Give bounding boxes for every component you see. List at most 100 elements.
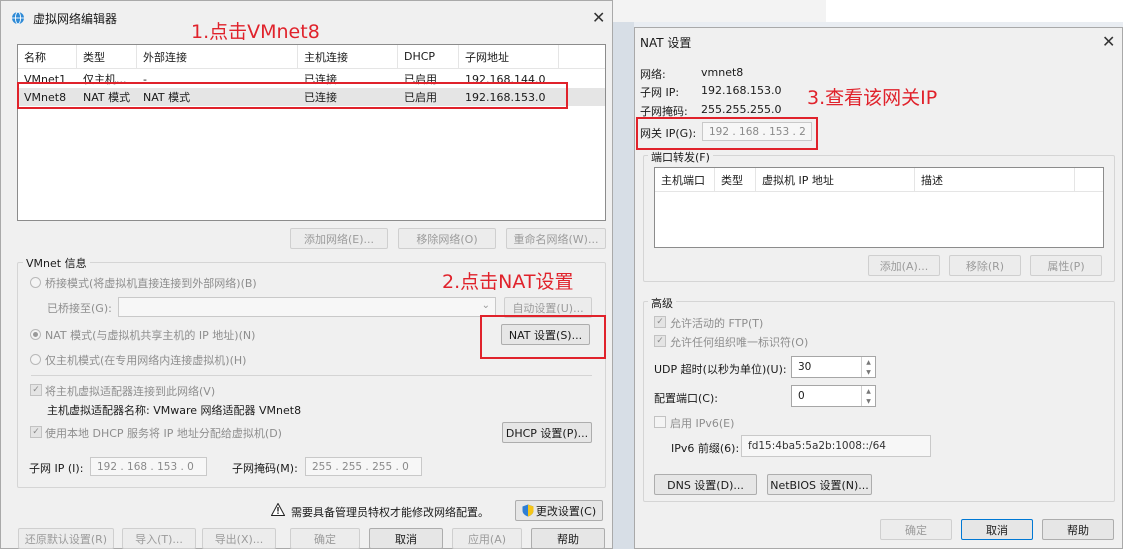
network-list-header: 名称 类型 外部连接 主机连接 DHCP 子网地址 [18,45,605,69]
uac-shield-icon [522,504,534,517]
oui-checkbox[interactable]: ✓ [654,335,666,347]
column-header[interactable]: 描述 [915,168,1075,191]
chevron-down-icon: ⌄ [481,300,490,311]
column-header[interactable]: 外部连接 [137,45,298,68]
table-cell: - [143,72,147,86]
ipv6-label: 启用 IPv6(E) [670,417,735,430]
config-port-label: 配置端口(C): [654,392,718,405]
restore-defaults-button[interactable]: 还原默认设置(R) [18,528,114,549]
add-port-button[interactable]: 添加(A)... [868,255,940,276]
background-strip-right [826,0,1123,22]
bridged-mode-radio[interactable] [30,277,41,288]
change-settings-button[interactable]: 更改设置(C) [515,500,603,521]
apply-button[interactable]: 应用(A) [452,528,522,549]
column-header[interactable]: 主机端口 [655,168,715,191]
table-cell: VMnet8 [24,90,67,104]
ok-button[interactable]: 确定 [880,519,952,540]
rename-network-button[interactable]: 重命名网络(W)... [506,228,606,249]
remove-port-button[interactable]: 移除(R) [949,255,1021,276]
port-forwarding-list[interactable]: 主机端口 类型 虚拟机 IP 地址 描述 [654,167,1104,248]
subnet-mask-label: 子网掩码: [640,105,688,118]
udp-timeout-spinner[interactable]: ▲ ▼ [861,357,875,377]
table-cell: NAT 模式 [143,91,191,104]
bridged-to-select[interactable]: ⌄ [118,297,496,317]
help-button[interactable]: 帮助 [531,528,605,549]
config-port-stepper[interactable]: 0 ▲ ▼ [791,385,876,407]
table-cell: 已启用 [404,73,437,86]
cancel-button[interactable]: 取消 [961,519,1033,540]
ok-button[interactable]: 确定 [290,528,360,549]
chevron-up-icon[interactable]: ▲ [862,386,875,396]
cancel-button[interactable]: 取消 [369,528,443,549]
bridged-to-label: 已桥接至(G): [47,302,112,315]
annotation-step1: 1.点击VMnet8 [191,21,320,43]
column-header[interactable]: 类型 [77,45,137,68]
table-cell: 已连接 [304,73,337,86]
column-header[interactable]: 类型 [715,168,756,191]
advanced-title: 高级 [648,295,676,311]
window-title: 虚拟网络编辑器 [33,11,118,26]
port-properties-button[interactable]: 属性(P) [1030,255,1102,276]
nat-settings-button[interactable]: NAT 设置(S)... [501,324,590,345]
subnet-ip-field[interactable]: 192 . 168 . 153 . 0 [90,457,207,476]
chevron-up-icon[interactable]: ▲ [862,357,875,367]
adapter-name-label: 主机虚拟适配器名称: VMware 网络适配器 VMnet8 [47,404,302,417]
auto-settings-button[interactable]: 自动设置(U)... [504,297,592,318]
table-cell: 192.168.144.0 [465,72,546,86]
network-value: vmnet8 [701,66,744,79]
config-port-spinner[interactable]: ▲ ▼ [861,386,875,406]
table-cell: 已连接 [304,91,337,104]
table-row[interactable]: VMnet1 仅主机... - 已连接 已启用 192.168.144.0 [18,70,605,88]
dhcp-settings-button[interactable]: DHCP 设置(P)... [502,422,592,443]
host-only-radio[interactable] [30,354,41,365]
dns-settings-button[interactable]: DNS 设置(D)... [654,474,757,495]
annotation-step3: 3.查看该网关IP [807,87,938,109]
ftp-checkbox[interactable]: ✓ [654,316,666,328]
table-cell: 仅主机... [83,73,127,86]
export-button[interactable]: 导出(X)... [202,528,276,549]
gateway-label: 网关 IP(G): [640,127,697,140]
table-row-selected[interactable]: VMnet8 NAT 模式 NAT 模式 已连接 已启用 192.168.153… [18,88,605,106]
column-header[interactable]: 子网地址 [459,45,559,68]
subnet-mask-field[interactable]: 255 . 255 . 255 . 0 [305,457,422,476]
port-forwarding-title: 端口转发(F) [648,149,713,165]
udp-timeout-stepper[interactable]: 30 ▲ ▼ [791,356,876,378]
bridged-mode-label: 桥接模式(将虚拟机直接连接到外部网络)(B) [45,277,257,290]
close-icon[interactable]: ✕ [592,8,605,27]
connect-adapter-label: 将主机虚拟适配器连接到此网络(V) [45,385,216,398]
network-label: 网络: [640,68,666,81]
nat-mode-radio[interactable] [30,329,41,340]
column-header[interactable]: DHCP [398,45,459,68]
chevron-down-icon[interactable]: ▼ [862,396,875,406]
column-header[interactable]: 主机连接 [298,45,398,68]
help-button[interactable]: 帮助 [1042,519,1114,540]
subnet-mask-label: 子网掩码(M): [232,462,298,475]
udp-timeout-value: 30 [798,361,812,373]
annotation-step2: 2.点击NAT设置 [442,271,574,293]
vmnet-info-title: VMnet 信息 [23,255,90,271]
admin-note: 需要具备管理员特权才能修改网络配置。 [291,506,489,519]
ipv6-checkbox[interactable] [654,416,666,428]
globe-network-icon [11,11,25,25]
subnet-ip-value: 192.168.153.0 [701,84,782,97]
table-cell: VMnet1 [24,72,67,86]
host-only-label: 仅主机模式(在专用网络内连接虚拟机)(H) [45,354,247,367]
add-network-button[interactable]: 添加网络(E)... [290,228,388,249]
column-header[interactable]: 名称 [18,45,77,68]
chevron-down-icon[interactable]: ▼ [862,367,875,377]
subnet-mask-value: 255.255.255.0 [701,103,782,116]
netbios-settings-button[interactable]: NetBIOS 设置(N)... [767,474,872,495]
close-icon[interactable]: ✕ [1102,32,1115,51]
change-settings-label: 更改设置(C) [535,504,597,518]
import-button[interactable]: 导入(T)... [122,528,196,549]
table-cell: 192.168.153.0 [465,90,546,104]
warning-icon [270,502,286,516]
ipv6-prefix-field[interactable]: fd15:4ba5:5a2b:1008::/64 [741,435,931,457]
connect-adapter-checkbox[interactable]: ✓ [30,384,42,396]
network-list[interactable]: 名称 类型 外部连接 主机连接 DHCP 子网地址 VMnet1 仅主机... … [17,44,606,221]
dhcp-checkbox[interactable]: ✓ [30,426,42,438]
column-header[interactable]: 虚拟机 IP 地址 [756,168,915,191]
gateway-ip-field[interactable]: 192 . 168 . 153 . 2 [702,122,812,141]
table-cell: NAT 模式 [83,91,131,104]
remove-network-button[interactable]: 移除网络(O) [398,228,496,249]
